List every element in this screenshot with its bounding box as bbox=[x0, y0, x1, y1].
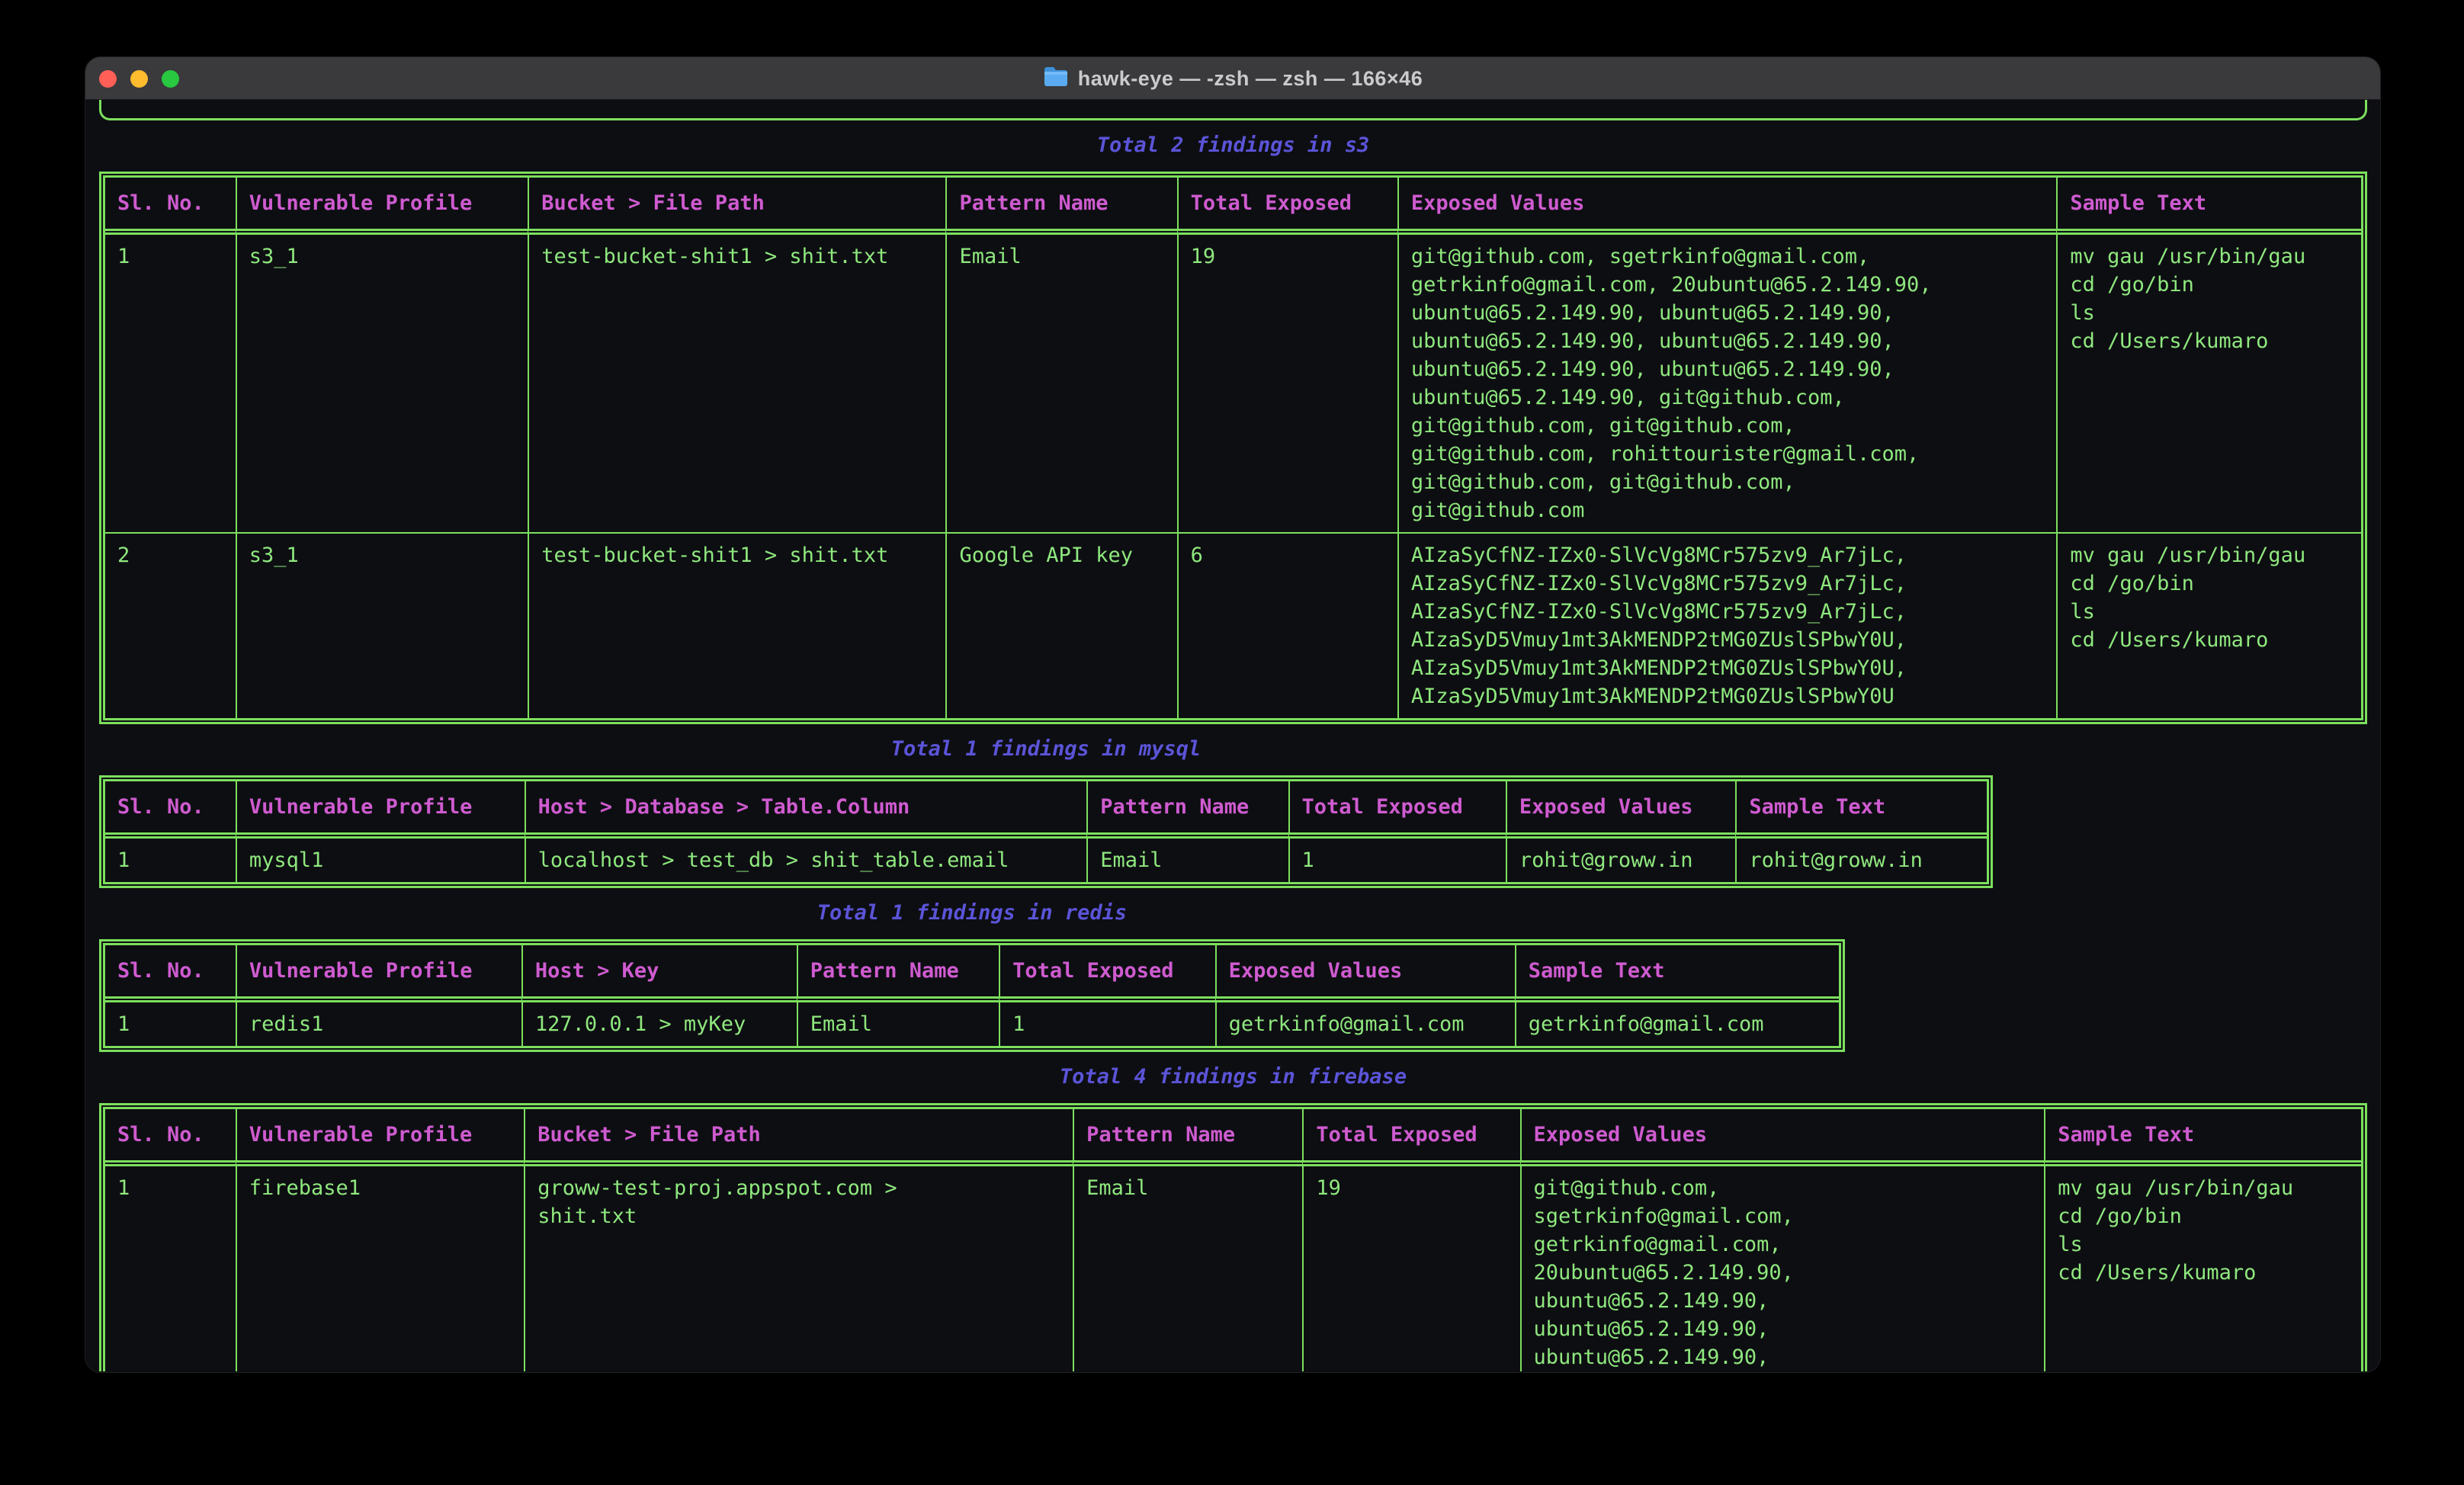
table-row: 1 firebase1 groww-test-proj.appspot.com … bbox=[105, 1166, 2361, 1371]
col-header-host-key: Host > Key bbox=[521, 945, 797, 1002]
cell-pattern-name: Google API key bbox=[945, 532, 1176, 718]
cell-vulnerable-profile: firebase1 bbox=[236, 1166, 525, 1371]
col-header-vulnerable-profile: Vulnerable Profile bbox=[236, 781, 525, 839]
folder-icon bbox=[1043, 66, 1069, 93]
col-header-sl-no: Sl. No. bbox=[105, 178, 236, 235]
window-title: hawk-eye — -zsh — zsh — 166×46 bbox=[85, 57, 2380, 100]
cell-bucket-file-path: groww-test-proj.appspot.com > shit.txt bbox=[524, 1166, 1073, 1371]
col-header-exposed-values: Exposed Values bbox=[1215, 945, 1515, 1002]
cell-pattern-name: Email bbox=[945, 235, 1176, 532]
cell-sl-no: 2 bbox=[105, 532, 236, 718]
col-header-pattern-name: Pattern Name bbox=[945, 178, 1176, 235]
cell-pattern-name: Email bbox=[797, 1002, 999, 1046]
cell-total-exposed: 19 bbox=[1302, 1166, 1519, 1371]
cell-vulnerable-profile: mysql1 bbox=[236, 839, 525, 882]
col-header-sample-text: Sample Text bbox=[1515, 945, 1839, 1002]
col-header-total-exposed: Total Exposed bbox=[1302, 1109, 1519, 1166]
cell-exposed-values: rohit@groww.in bbox=[1506, 839, 1735, 882]
col-header-exposed-values: Exposed Values bbox=[1520, 1109, 2045, 1166]
redis-findings-table: Sl. No. Vulnerable Profile Host > Key Pa… bbox=[99, 939, 1845, 1052]
cell-exposed-values: getrkinfo@gmail.com bbox=[1215, 1002, 1515, 1046]
col-header-sl-no: Sl. No. bbox=[105, 781, 236, 839]
col-header-sl-no: Sl. No. bbox=[105, 945, 236, 1002]
cell-pattern-name: Email bbox=[1073, 1166, 1302, 1371]
cell-exposed-values: git@github.com, sgetrkinfo@gmail.com, ge… bbox=[1397, 235, 2057, 532]
cell-exposed-values: git@github.com, sgetrkinfo@gmail.com, ge… bbox=[1520, 1166, 2045, 1371]
col-header-sl-no: Sl. No. bbox=[105, 1109, 236, 1166]
section-title-mysql: Total 1 findings in mysql bbox=[99, 735, 1993, 763]
col-header-vulnerable-profile: Vulnerable Profile bbox=[236, 178, 528, 235]
col-header-bucket-file-path: Bucket > File Path bbox=[524, 1109, 1073, 1166]
col-header-pattern-name: Pattern Name bbox=[797, 945, 999, 1002]
section-title-redis: Total 1 findings in redis bbox=[99, 899, 1845, 927]
cell-vulnerable-profile: s3_1 bbox=[236, 235, 528, 532]
cell-sl-no: 1 bbox=[105, 1002, 236, 1046]
mysql-header-row: Sl. No. Vulnerable Profile Host > Databa… bbox=[105, 781, 1987, 839]
cell-total-exposed: 1 bbox=[999, 1002, 1214, 1046]
col-header-vulnerable-profile: Vulnerable Profile bbox=[236, 945, 521, 1002]
cell-total-exposed: 19 bbox=[1177, 235, 1397, 532]
col-header-host-database-column: Host > Database > Table.Column bbox=[525, 781, 1087, 839]
cell-host-key: 127.0.0.1 > myKey bbox=[521, 1002, 797, 1046]
cell-sl-no: 1 bbox=[105, 1166, 236, 1371]
cell-sl-no: 1 bbox=[105, 235, 236, 532]
col-header-sample-text: Sample Text bbox=[2056, 178, 2361, 235]
mysql-findings-table: Sl. No. Vulnerable Profile Host > Databa… bbox=[99, 775, 1993, 888]
cell-sample-text: mv gau /usr/bin/gau cd /go/bin ls cd /Us… bbox=[2056, 532, 2361, 718]
table-row: 1 s3_1 test-bucket-shit1 > shit.txt Emai… bbox=[105, 235, 2361, 532]
section-title-firebase: Total 4 findings in firebase bbox=[99, 1063, 2367, 1091]
window-titlebar[interactable]: hawk-eye — -zsh — zsh — 166×46 bbox=[85, 57, 2380, 100]
col-header-sample-text: Sample Text bbox=[1735, 781, 1987, 839]
col-header-exposed-values: Exposed Values bbox=[1506, 781, 1735, 839]
cell-sl-no: 1 bbox=[105, 839, 236, 882]
section-title-s3: Total 2 findings in s3 bbox=[99, 131, 2367, 159]
col-header-total-exposed: Total Exposed bbox=[999, 945, 1214, 1002]
table-row: 1 redis1 127.0.0.1 > myKey Email 1 getrk… bbox=[105, 1002, 1839, 1046]
redis-header-row: Sl. No. Vulnerable Profile Host > Key Pa… bbox=[105, 945, 1839, 1002]
truncated-table-bottom bbox=[99, 100, 2367, 120]
table-row: 1 mysql1 localhost > test_db > shit_tabl… bbox=[105, 839, 1987, 882]
col-header-sample-text: Sample Text bbox=[2044, 1109, 2361, 1166]
cell-vulnerable-profile: s3_1 bbox=[236, 532, 528, 718]
col-header-vulnerable-profile: Vulnerable Profile bbox=[236, 1109, 525, 1166]
table-row: 2 s3_1 test-bucket-shit1 > shit.txt Goog… bbox=[105, 532, 2361, 718]
col-header-pattern-name: Pattern Name bbox=[1086, 781, 1288, 839]
cell-bucket-file-path: test-bucket-shit1 > shit.txt bbox=[528, 235, 945, 532]
cell-sample-text: mv gau /usr/bin/gau cd /go/bin ls cd /Us… bbox=[2056, 235, 2361, 532]
cell-sample-text: mv gau /usr/bin/gau cd /go/bin ls cd /Us… bbox=[2044, 1166, 2361, 1371]
cell-bucket-file-path: test-bucket-shit1 > shit.txt bbox=[528, 532, 945, 718]
cell-exposed-values: AIzaSyCfNZ-IZx0-SlVcVg8MCr575zv9_Ar7jLc,… bbox=[1397, 532, 2057, 718]
col-header-exposed-values: Exposed Values bbox=[1397, 178, 2057, 235]
cell-sample-text: getrkinfo@gmail.com bbox=[1515, 1002, 1839, 1046]
col-header-total-exposed: Total Exposed bbox=[1177, 178, 1397, 235]
terminal-screen[interactable]: Total 2 findings in s3 Sl. No. Vulnerabl… bbox=[85, 100, 2380, 1371]
cell-vulnerable-profile: redis1 bbox=[236, 1002, 521, 1046]
col-header-total-exposed: Total Exposed bbox=[1288, 781, 1506, 839]
cell-total-exposed: 6 bbox=[1177, 532, 1397, 718]
cell-total-exposed: 1 bbox=[1288, 839, 1506, 882]
cell-pattern-name: Email bbox=[1086, 839, 1288, 882]
s3-header-row: Sl. No. Vulnerable Profile Bucket > File… bbox=[105, 178, 2361, 235]
col-header-pattern-name: Pattern Name bbox=[1073, 1109, 1302, 1166]
firebase-findings-table: Sl. No. Vulnerable Profile Bucket > File… bbox=[99, 1103, 2367, 1371]
firebase-header-row: Sl. No. Vulnerable Profile Bucket > File… bbox=[105, 1109, 2361, 1166]
col-header-bucket-file-path: Bucket > File Path bbox=[528, 178, 945, 235]
s3-findings-table: Sl. No. Vulnerable Profile Bucket > File… bbox=[99, 172, 2367, 724]
terminal-window: hawk-eye — -zsh — zsh — 166×46 Total 2 f… bbox=[85, 57, 2380, 1372]
window-title-text: hawk-eye — -zsh — zsh — 166×46 bbox=[1078, 67, 1423, 91]
cell-host-database-column: localhost > test_db > shit_table.email bbox=[525, 839, 1087, 882]
cell-sample-text: rohit@groww.in bbox=[1735, 839, 1987, 882]
